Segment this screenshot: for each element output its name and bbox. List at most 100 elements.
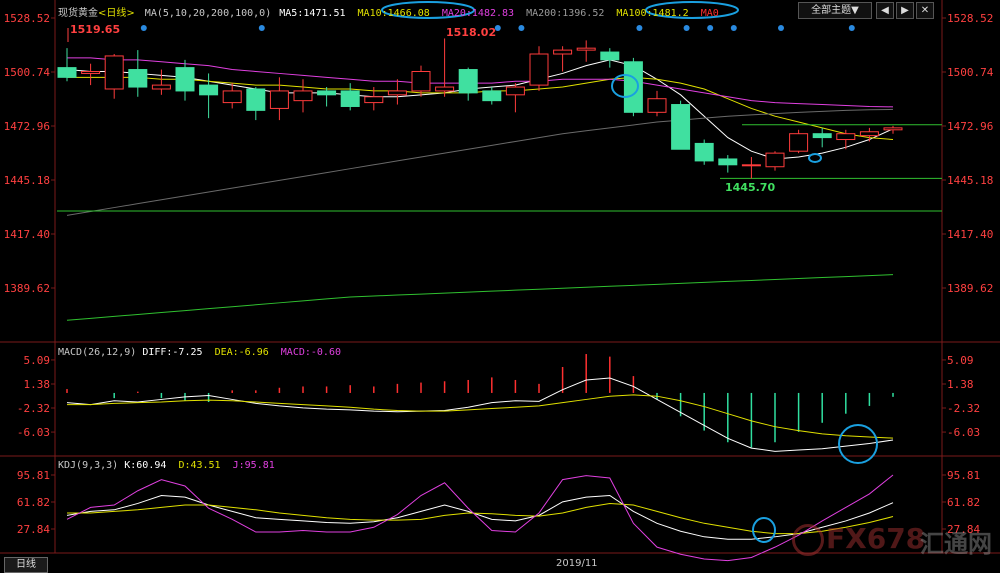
macd-tick-label-left: 5.09 [24,354,51,367]
close-icon[interactable]: ✕ [916,2,934,19]
candle-body [222,90,242,104]
candle-body [482,90,502,102]
series-j-line [66,474,894,562]
candle-body [293,90,313,102]
series-diff-line [66,377,894,452]
price-tick-label-left: 1445.18 [4,174,50,187]
signal-dot [848,25,855,31]
signal-dot [258,25,265,31]
price-tick-label-right: 1500.74 [947,66,994,79]
price-tick-label-right: 1389.62 [947,282,993,295]
watermark-cn: 汇通网 [920,530,992,558]
macd-tick-label-left: 1.38 [24,378,51,391]
macd-tick-label-right: 5.09 [947,354,974,367]
watermark-brand: FX678 [826,522,926,555]
candle-body [765,152,785,168]
candle-body [317,90,337,96]
high-label-2: 1518.02 [446,26,496,39]
candle-body [128,69,148,88]
signal-dot [730,25,737,31]
macd-value: MACD:-0.60 [280,347,341,358]
macd-tick-label-left: -2.32 [17,402,50,415]
kdj-tick-label-right: 61.82 [947,496,980,509]
candle-body [576,47,596,51]
signal-dot [707,25,714,31]
ma10-value: MA10:1466.08 [357,8,430,19]
instrument-name: 现货黄金 [58,8,98,19]
main-header: 现货黄金<日线> MA(5,10,20,200,100,0) MA5:1471.… [58,4,719,19]
arrow-right-icon[interactable]: ▶ [896,2,914,19]
stock-chart: 1528.52 1528.52 1500.74 1500.74 1472.96 1472.… [0,0,1000,562]
ma100-value: MA100:1481.2 [616,8,689,19]
kdj-tick-label-right: 95.81 [947,469,980,482]
price-tick-label-left: 1389.62 [4,282,50,295]
candle-body [505,86,525,96]
candle-body [859,131,879,137]
kdj-tick-label-left: 61.82 [17,496,50,509]
signal-dot [683,25,690,31]
candle-body [175,67,195,92]
candle-body [600,51,620,61]
candle-body [812,133,832,139]
signal-dot [636,25,643,31]
candle-body [199,84,219,96]
macd-tick-label-right: -6.03 [947,426,980,439]
signal-dot [778,25,784,31]
series-dea-line [67,394,894,439]
price-tick-label-right: 1417.40 [947,228,993,241]
candle-body [836,133,856,141]
theme-select-button[interactable]: 全部主题▼ [798,2,872,19]
candle-body [789,133,809,152]
candle-body [269,90,289,109]
kdj-j: J:95.81 [232,460,275,471]
arrow-left-icon[interactable]: ◀ [876,2,894,19]
candlestick-panel: 1528.52 1528.52 1500.74 1500.74 1472.96 1472.… [4,12,994,321]
macd-diff: DIFF:-7.25 [142,347,203,358]
candle-body [340,90,360,107]
ma-spec: MA(5,10,20,200,100,0) [144,8,272,19]
macd-tick-label-left: -6.03 [17,426,50,439]
candle-body [623,61,643,113]
candle-body [104,55,124,90]
candle-body [435,86,455,92]
macd-dea: DEA:-6.96 [214,347,269,358]
ma200-value: MA200:1396.52 [526,8,605,19]
macd-tick-label-right: 1.38 [947,378,974,391]
kdj-d: D:43.51 [178,460,221,471]
candle-body [647,98,667,113]
series-ma0-line [66,274,894,321]
highlight-ellipse-low [808,153,822,163]
signal-dot [518,25,525,31]
candle-body [741,164,761,167]
candle-body [151,84,171,90]
macd-spec: MACD(26,12,9) [58,347,137,358]
price-tick-label-right: 1445.18 [947,174,993,187]
price-tick-label-left: 1528.52 [4,12,50,25]
kdj-tick-label-left: 95.81 [17,469,50,482]
macd-tick-label-right: -2.32 [947,402,980,415]
price-tick-label-right: 1528.52 [947,12,993,25]
kdj-spec: KDJ(9,3,3) [58,460,119,471]
price-tick-label-left: 1500.74 [4,66,51,79]
candle-body [671,104,691,150]
price-tick-label-left: 1472.96 [4,120,50,133]
highlight-circle-macd [838,424,878,464]
candle-body [553,49,573,55]
candle-body [718,158,738,166]
candle-body [694,142,714,162]
candle-body [364,96,384,104]
ma20-value: MA20:1482.83 [441,8,515,19]
period-tag: <日线> [98,8,135,19]
candle-body [246,88,266,111]
logo-icon [792,524,824,556]
candle-body [411,70,431,92]
period-button[interactable]: 日线 [4,557,48,573]
high-label-1: 1519.65 [70,23,120,36]
signal-dot [140,25,147,31]
ma0-value: MA0 [700,8,719,19]
price-tick-label-left: 1417.40 [4,228,50,241]
macd-header: MACD(26,12,9) DIFF:-7.25 DEA:-6.96 MACD:… [58,347,341,358]
macd-panel: 5.09 5.09 1.38 1.38 -2.32 -2.32 -6.03 -6.03 [17,354,980,452]
kdj-k: K:60.94 [124,460,167,471]
ma5-value: MA5:1471.51 [279,8,346,19]
